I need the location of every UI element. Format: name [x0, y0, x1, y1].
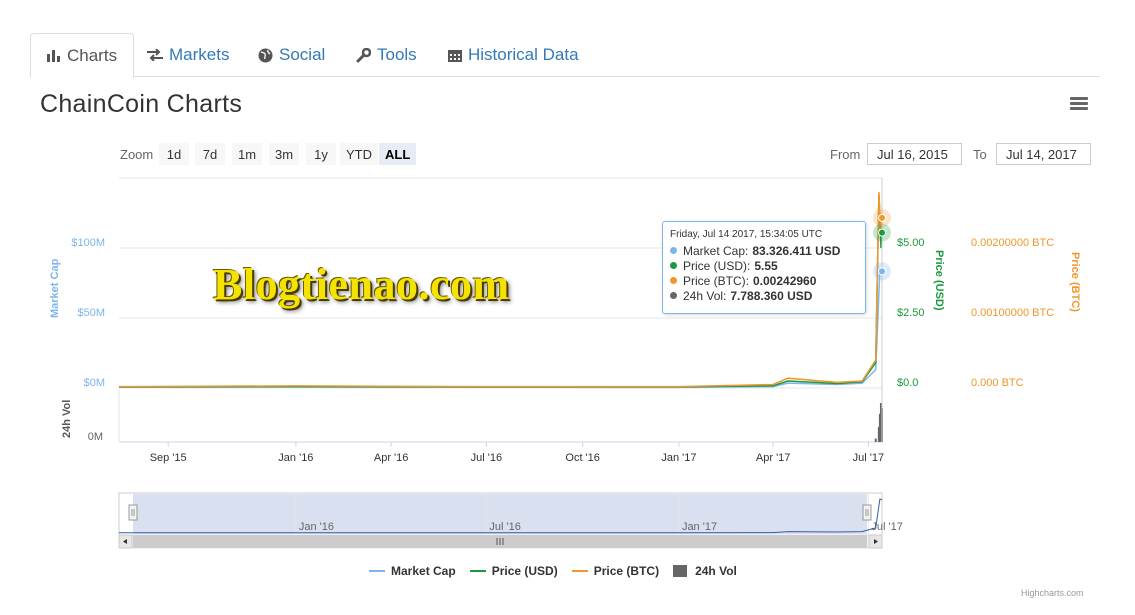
- price-usd-axis-title: Price (USD): [933, 250, 945, 311]
- marker-price-btc: [878, 213, 886, 222]
- navigator-tick-label: Jan '17: [682, 521, 717, 533]
- legend-label: 24h Vol: [695, 564, 737, 578]
- tooltip-label: Market Cap:: [683, 243, 749, 258]
- legend-label: Price (BTC): [593, 564, 660, 578]
- legend-label: Market Cap: [391, 564, 456, 578]
- volume-dot-icon: [670, 292, 677, 299]
- volume-pane-grid: [118, 390, 882, 443]
- market-cap-axis-title: Market Cap: [49, 258, 61, 318]
- market-cap-tick-label: $50M: [77, 307, 105, 319]
- volume-tick-label: 0M: [88, 431, 103, 443]
- chart-tooltip: Friday, Jul 14 2017, 15:34:05 UTC Market…: [662, 221, 866, 314]
- x-tick-label: Apr '17: [756, 452, 791, 464]
- market-cap-tick-label: $100M: [71, 237, 105, 249]
- tooltip-row-market-cap: Market Cap: 83.326.411 USD: [670, 243, 858, 258]
- price-usd-tick-label: $5.00: [897, 237, 925, 249]
- price-btc-tick-label: 0.00200000 BTC: [971, 237, 1054, 249]
- scroll-left-arrow[interactable]: [118, 534, 133, 549]
- watermark-text: Blogtienao.com: [213, 260, 510, 309]
- volume-column: [874, 438, 877, 442]
- chart-legend: Market Cap Price (USD) Price (BTC) 24h V…: [369, 564, 751, 578]
- navigator[interactable]: Jan '16 Jul '16 Jan '17 Jul '17: [118, 492, 903, 536]
- navigator-handle-left[interactable]: [128, 504, 138, 521]
- tooltip-value: 83.326.411 USD: [752, 243, 841, 258]
- tooltip-label: Price (USD):: [683, 258, 751, 273]
- legend-item-price-usd[interactable]: Price (USD): [469, 564, 558, 578]
- price-btc-tick-label: 0.000 BTC: [971, 377, 1024, 389]
- legend-item-price-btc[interactable]: Price (BTC): [571, 564, 660, 578]
- tooltip-row-volume: 24h Vol: 7.788.360 USD: [670, 288, 858, 303]
- highcharts-credits-link[interactable]: Highcharts.com: [1021, 588, 1084, 598]
- legend-line-icon: [369, 570, 385, 572]
- legend-item-market-cap[interactable]: Market Cap: [369, 564, 456, 578]
- marker-market-cap: [878, 267, 886, 276]
- x-tick-label: Jan '16: [278, 452, 313, 464]
- x-tick-label: Jul '16: [471, 452, 502, 464]
- navigator-handle-right[interactable]: [862, 504, 872, 521]
- marker-price-usd: [878, 228, 886, 237]
- market-cap-dot-icon: [670, 247, 677, 254]
- volume-axis-title: 24h Vol: [61, 400, 73, 438]
- price-chart[interactable]: $0M $50M $100M $0.0 $2.50 $5.00 0.000 BTC 0.001…: [0, 0, 1135, 615]
- tooltip-value: 7.788.360 USD: [730, 288, 813, 303]
- price-usd-tick-label: $0.0: [897, 377, 918, 389]
- legend-line-icon: [571, 570, 588, 572]
- x-axis-ticks: Sep '15 Jan '16 Apr '16 Jul '16 Oct '16 Jan '…: [150, 442, 884, 464]
- price-btc-dot-icon: [670, 277, 677, 284]
- tooltip-label: 24h Vol:: [683, 288, 727, 303]
- legend-label: Price (USD): [491, 564, 558, 578]
- legend-item-volume[interactable]: 24h Vol: [673, 564, 737, 578]
- tooltip-label: Price (BTC):: [683, 273, 749, 288]
- tooltip-header: Friday, Jul 14 2017, 15:34:05 UTC: [670, 229, 823, 240]
- price-btc-axis-title: Price (BTC): [1069, 252, 1081, 312]
- tooltip-row-price-usd: Price (USD): 5.55: [670, 258, 858, 273]
- market-cap-tick-label: $0M: [84, 377, 105, 389]
- price-usd-dot-icon: [670, 262, 677, 269]
- price-btc-tick-label: 0.00100000 BTC: [971, 307, 1054, 319]
- scrollbar[interactable]: [118, 534, 883, 549]
- legend-line-icon: [469, 570, 486, 572]
- navigator-tick-label: Jul '16: [489, 521, 520, 533]
- x-tick-label: Jul '17: [853, 452, 884, 464]
- legend-box-icon: [673, 565, 688, 577]
- x-tick-label: Apr '16: [374, 452, 409, 464]
- tooltip-value: 5.55: [754, 258, 778, 273]
- tooltip-row-price-btc: Price (BTC): 0.00242960: [670, 273, 858, 288]
- scroll-right-arrow[interactable]: [868, 534, 883, 549]
- tooltip-value: 0.00242960: [753, 273, 817, 288]
- hover-markers: [873, 178, 891, 442]
- navigator-tick-label: Jan '16: [299, 521, 334, 533]
- x-tick-label: Jan '17: [661, 452, 696, 464]
- x-tick-label: Oct '16: [565, 452, 600, 464]
- price-usd-tick-label: $2.50: [897, 307, 925, 319]
- x-tick-label: Sep '15: [150, 452, 187, 464]
